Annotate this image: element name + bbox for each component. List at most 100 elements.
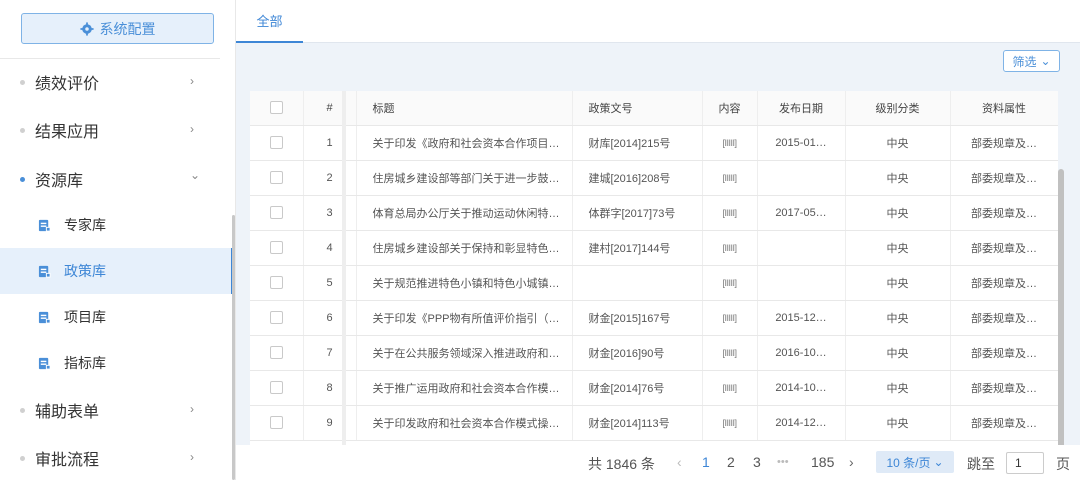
table-row[interactable]: 4 住房城乡建设部关于保持和彰显特色… 建村[2017]144号 [IIIII] 中央部… [250, 230, 1058, 266]
table-row[interactable]: 5 关于规范推进特色小镇和特色小城镇… [IIIII] 中央 部委规章及… [250, 265, 1058, 301]
document-icon[interactable]: [IIIII] [722, 243, 737, 253]
row-checkbox[interactable] [269, 311, 283, 324]
filter-button[interactable]: 筛选 ⌄ [1003, 50, 1060, 72]
system-config-button[interactable]: 系统配置 [21, 13, 214, 44]
chevron-right-icon: › [190, 122, 194, 136]
row-checkbox[interactable] [269, 241, 283, 254]
cell-content[interactable]: [IIIII] [702, 195, 758, 231]
sidebar-item-policies[interactable]: 政策库 [0, 248, 234, 294]
document-icon[interactable]: [IIIII] [722, 208, 737, 218]
row-checkbox[interactable] [269, 416, 283, 429]
menu-item-approval-flow[interactable]: 审批流程 › [0, 435, 220, 480]
sidebar-item-label: 指标库 [64, 355, 106, 371]
bullet-icon [20, 127, 25, 133]
table-row[interactable]: 1 关于印发《政府和社会资本合作项目… 财库[2014]215号 [IIIII] 201… [250, 125, 1058, 161]
page-button-2[interactable]: 2 [727, 454, 735, 470]
column-header-level[interactable]: 级别分类 [845, 91, 951, 126]
cell-level: 中央 [845, 265, 951, 301]
document-icon[interactable]: [IIIII] [722, 348, 737, 358]
document-icon[interactable]: [IIIII] [722, 313, 737, 323]
cell-content[interactable]: [IIIII] [702, 160, 758, 196]
main-panel: 全部 筛选 ⌄ # 标题 政策文号 内容 发布日期 级别分类 资料属性 1 关于… [236, 0, 1080, 480]
chevron-right-icon: › [190, 402, 194, 416]
tab-all[interactable]: 全部 [236, 0, 303, 43]
page-size-select[interactable]: 10 条/页 ⌄ [876, 451, 954, 473]
row-checkbox[interactable] [269, 206, 283, 219]
sidebar-item-label: 政策库 [64, 263, 106, 279]
menu-item-label: 审批流程 [35, 452, 100, 469]
column-header-content[interactable]: 内容 [702, 91, 758, 126]
table-row[interactable]: 7 关于在公共服务领域深入推进政府和… 财金[2016]90号 [IIIII] 2016… [250, 335, 1058, 371]
cell-doc-number: 财金[2014]113号 [572, 405, 703, 441]
database-icon [38, 219, 51, 232]
cell-index: 7 [303, 335, 357, 371]
document-icon[interactable]: [IIIII] [722, 278, 737, 288]
cell-attribute: 部委规章及… [950, 265, 1058, 301]
select-all-cell [250, 91, 304, 126]
cell-title[interactable]: 关于印发政府和社会资本合作模式操… [356, 405, 573, 441]
sidebar-scrollbar[interactable] [232, 215, 235, 480]
cell-content[interactable]: [IIIII] [702, 125, 758, 161]
cell-publish-date [757, 230, 846, 266]
cell-doc-number: 财金[2016]90号 [572, 335, 703, 371]
sidebar-item-indicators[interactable]: 指标库 [0, 340, 234, 386]
cell-doc-number: 财金[2015]167号 [572, 300, 703, 336]
sidebar-item-experts[interactable]: 专家库 [0, 202, 234, 248]
cell-title[interactable]: 关于在公共服务领域深入推进政府和… [356, 335, 573, 371]
column-header-index[interactable]: # [303, 91, 357, 126]
bullet-icon [20, 455, 25, 461]
jump-page-input[interactable] [1006, 452, 1044, 474]
cell-title[interactable]: 体育总局办公厅关于推动运动休闲特… [356, 195, 573, 231]
cell-content[interactable]: [IIIII] [702, 300, 758, 336]
table-header-row: # 标题 政策文号 内容 发布日期 级别分类 资料属性 [250, 91, 1058, 126]
table-scrollbar[interactable] [1058, 169, 1064, 471]
row-checkbox-cell [250, 230, 304, 266]
cell-title[interactable]: 关于规范推进特色小镇和特色小城镇… [356, 265, 573, 301]
row-checkbox[interactable] [269, 346, 283, 359]
page-button-last[interactable]: 185 [811, 454, 834, 470]
menu-item-performance-eval[interactable]: 绩效评价 › [0, 59, 220, 105]
cell-title[interactable]: 关于印发《PPP物有所值评价指引（… [356, 300, 573, 336]
cell-title[interactable]: 关于推广运用政府和社会资本合作模… [356, 370, 573, 406]
cell-level: 中央 [845, 335, 951, 371]
menu-item-resource-library[interactable]: 资源库 ⌄ [0, 156, 220, 202]
column-header-title[interactable]: 标题 [356, 91, 573, 126]
column-header-doc-number[interactable]: 政策文号 [572, 91, 703, 126]
row-checkbox[interactable] [269, 136, 283, 149]
column-header-attribute[interactable]: 资料属性 [950, 91, 1058, 126]
column-header-publish-date[interactable]: 发布日期 [757, 91, 846, 126]
select-all-checkbox[interactable] [269, 101, 283, 115]
row-checkbox[interactable] [269, 381, 283, 394]
cell-title[interactable]: 关于印发《政府和社会资本合作项目… [356, 125, 573, 161]
row-checkbox-cell [250, 405, 304, 441]
cell-content[interactable]: [IIIII] [702, 370, 758, 406]
row-checkbox-cell [250, 195, 304, 231]
cell-title[interactable]: 住房城乡建设部关于保持和彰显特色… [356, 230, 573, 266]
menu-item-auxiliary-forms[interactable]: 辅助表单 › [0, 387, 220, 433]
document-icon[interactable]: [IIIII] [722, 138, 737, 148]
cell-content[interactable]: [IIIII] [702, 265, 758, 301]
menu-item-result-application[interactable]: 结果应用 › [0, 107, 220, 153]
document-icon[interactable]: [IIIII] [722, 383, 737, 393]
cell-publish-date: 2016-10… [757, 335, 846, 371]
page-button-1[interactable]: 1 [702, 454, 710, 470]
table-row[interactable]: 6 关于印发《PPP物有所值评价指引（… 财金[2015]167号 [IIIII] 20… [250, 300, 1058, 336]
row-checkbox[interactable] [269, 171, 283, 184]
cell-publish-date: 2017-05… [757, 195, 846, 231]
document-icon[interactable]: [IIIII] [722, 418, 737, 428]
sidebar-item-projects[interactable]: 项目库 [0, 294, 234, 340]
table-row[interactable]: 3 体育总局办公厅关于推动运动休闲特… 体群字[2017]73号 [IIIII] 201… [250, 195, 1058, 231]
cell-content[interactable]: [IIIII] [702, 405, 758, 441]
cell-content[interactable]: [IIIII] [702, 335, 758, 371]
table-row[interactable]: 8 关于推广运用政府和社会资本合作模… 财金[2014]76号 [IIIII] 2014… [250, 370, 1058, 406]
row-checkbox[interactable] [269, 276, 283, 289]
table-row[interactable]: 2 住房城乡建设部等部门关于进一步鼓… 建城[2016]208号 [IIIII] 中央部… [250, 160, 1058, 196]
cell-title[interactable]: 住房城乡建设部等部门关于进一步鼓… [356, 160, 573, 196]
cell-content[interactable]: [IIIII] [702, 230, 758, 266]
prev-page-button[interactable]: ‹ [677, 454, 682, 470]
next-page-button[interactable]: › [849, 454, 854, 470]
page-button-3[interactable]: 3 [753, 454, 761, 470]
document-icon[interactable]: [IIIII] [722, 173, 737, 183]
page-ellipsis[interactable]: ••• [777, 456, 789, 468]
table-row[interactable]: 9 关于印发政府和社会资本合作模式操… 财金[2014]113号 [IIIII] 201… [250, 405, 1058, 441]
